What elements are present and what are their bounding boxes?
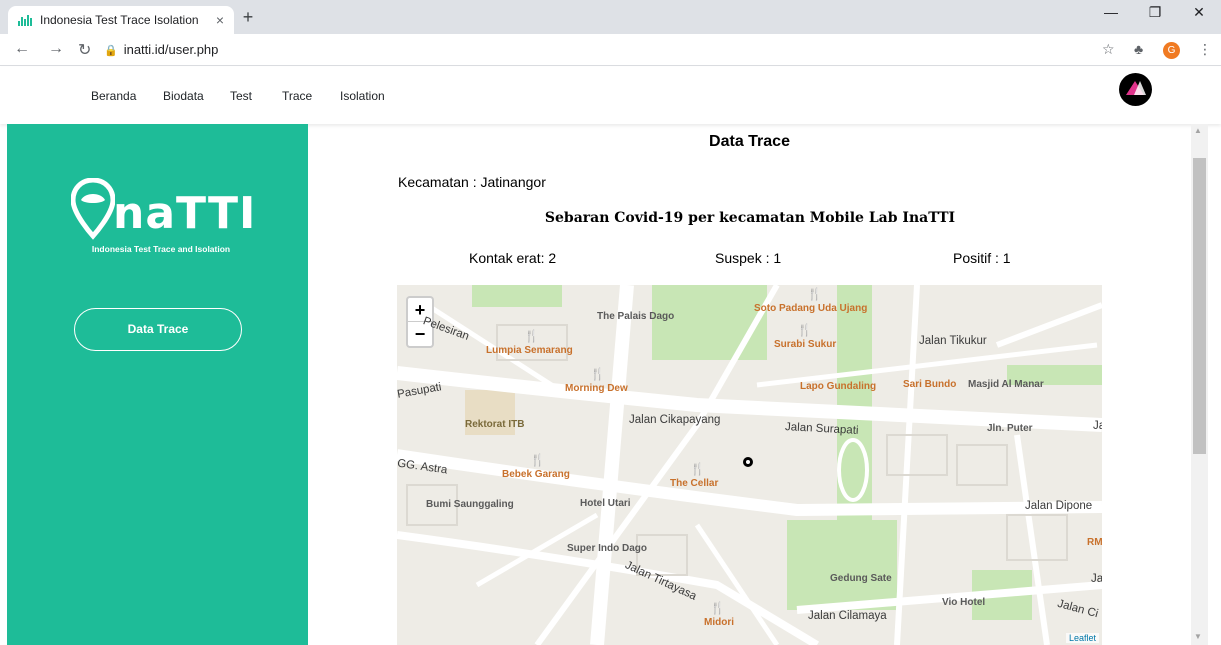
poi-masjid: Masjid Al Manar bbox=[968, 379, 1044, 390]
data-trace-button[interactable]: Data Trace bbox=[74, 308, 242, 351]
street-label: Jalan Cilamaya bbox=[808, 610, 887, 622]
restaurant-icon: 🍴 bbox=[690, 462, 705, 476]
back-icon[interactable]: ← bbox=[14, 40, 30, 58]
tab-title: Indonesia Test Trace Isolation bbox=[40, 13, 199, 27]
map-subtitle: Sebaran Covid-19 per kecamatan Mobile La… bbox=[544, 210, 956, 226]
scroll-down-icon[interactable]: ▼ bbox=[1194, 632, 1202, 641]
nav-beranda[interactable]: Beranda bbox=[91, 89, 136, 103]
positif-count: Positif : 1 bbox=[953, 250, 1011, 266]
restore-icon[interactable]: ❐ bbox=[1140, 4, 1170, 21]
leaflet-attribution[interactable]: Leaflet bbox=[1065, 633, 1099, 643]
street-label: Jalan Cikapayang bbox=[629, 414, 721, 426]
poi-cellar: The Cellar bbox=[670, 478, 719, 489]
new-tab-button[interactable]: + bbox=[238, 7, 258, 28]
restaurant-icon: 🍴 bbox=[807, 287, 822, 301]
logo-wordmark: naTTI bbox=[113, 188, 257, 239]
poi-palais: The Palais Dago bbox=[597, 311, 675, 322]
sidebar: naTTI Indonesia Test Trace and Isolation… bbox=[7, 124, 308, 645]
page-scrollbar[interactable]: ▲ ▼ bbox=[1191, 124, 1208, 645]
poi-bumi: Bumi Saunggaling bbox=[426, 499, 514, 510]
extensions-icon[interactable]: ♣ bbox=[1134, 41, 1143, 57]
restaurant-icon: 🍴 bbox=[710, 601, 725, 615]
poi-gedung: Gedung Sate bbox=[830, 573, 892, 584]
window-close-icon[interactable]: ✕ bbox=[1184, 4, 1214, 21]
restaurant-icon: 🍴 bbox=[590, 367, 605, 381]
street-label: Jalan Dipone bbox=[1025, 500, 1093, 512]
page-title: Data Trace bbox=[709, 133, 790, 150]
favicon-icon bbox=[18, 14, 32, 26]
url-text: inatti.id/user.php bbox=[123, 42, 219, 57]
poi-bebek: Bebek Garang bbox=[502, 469, 570, 480]
nav-trace[interactable]: Trace bbox=[282, 89, 312, 103]
forward-icon[interactable]: → bbox=[48, 40, 64, 58]
poi-lapo: Lapo Gundaling bbox=[800, 381, 877, 392]
tab-close-icon[interactable]: × bbox=[216, 12, 224, 28]
address-bar: ← → ↻ 🔒 inatti.id/user.php ☆ ♣ G ⋮ bbox=[0, 34, 1221, 66]
poi-rektorat: Rektorat ITB bbox=[465, 419, 525, 430]
browser-tab[interactable]: Indonesia Test Trace Isolation × bbox=[8, 6, 234, 34]
inatti-logo: naTTI Indonesia Test Trace and Isolation bbox=[71, 178, 255, 258]
kontak-erat-count: Kontak erat: 2 bbox=[469, 250, 557, 266]
poi-lumpia: Lumpia Semarang bbox=[486, 345, 573, 356]
poi-hotelutari: Hotel Utari bbox=[580, 498, 631, 509]
minimize-icon[interactable]: — bbox=[1096, 4, 1126, 20]
restaurant-icon: 🍴 bbox=[524, 329, 539, 343]
poi-soto: Soto Padang Uda Ujang bbox=[754, 303, 868, 314]
reload-icon[interactable]: ↻ bbox=[78, 40, 91, 60]
logo-subtitle: Indonesia Test Trace and Isolation bbox=[91, 244, 231, 254]
poi-sari: Sari Bundo bbox=[903, 379, 957, 390]
poi-vio: Vio Hotel bbox=[942, 597, 986, 608]
scroll-up-icon[interactable]: ▲ bbox=[1194, 126, 1202, 135]
bookmark-star-icon[interactable]: ☆ bbox=[1102, 41, 1115, 58]
poi-midori: Midori bbox=[704, 617, 734, 628]
poi-rm: RM bbox=[1087, 537, 1102, 548]
poi-morning: Morning Dew bbox=[565, 383, 628, 394]
nav-biodata[interactable]: Biodata bbox=[163, 89, 204, 103]
user-avatar[interactable] bbox=[1119, 73, 1152, 106]
suspek-count: Suspek : 1 bbox=[715, 250, 782, 266]
poi-superindo: Super Indo Dago bbox=[567, 543, 647, 554]
restaurant-icon: 🍴 bbox=[797, 323, 812, 337]
lock-icon: 🔒 bbox=[104, 45, 118, 57]
scrollbar-thumb[interactable] bbox=[1193, 158, 1206, 454]
street-label: Ja bbox=[1093, 420, 1102, 432]
menu-dots-icon[interactable]: ⋮ bbox=[1198, 41, 1212, 58]
url-field[interactable]: 🔒 inatti.id/user.php bbox=[104, 42, 218, 57]
poi-jlnputer: Jln. Puter bbox=[987, 423, 1033, 434]
site-navbar: Beranda Biodata Test Trace Isolation bbox=[0, 67, 1221, 124]
restaurant-icon: 🍴 bbox=[530, 453, 545, 467]
poi-surabi: Surabi Sukur bbox=[774, 339, 837, 350]
location-pin-icon bbox=[71, 178, 115, 240]
nav-test[interactable]: Test bbox=[230, 89, 252, 103]
browser-tab-bar: Indonesia Test Trace Isolation × + — ❐ ✕ bbox=[0, 0, 1221, 34]
map-view[interactable]: + − The Palais Dago Soto Padang Uda Ujan… bbox=[397, 285, 1102, 645]
location-marker[interactable] bbox=[743, 457, 753, 467]
kecamatan-label: Kecamatan : Jatinangor bbox=[398, 174, 546, 190]
profile-avatar[interactable]: G bbox=[1163, 42, 1180, 59]
street-label: Jalan Tikukur bbox=[919, 335, 987, 347]
nav-isolation[interactable]: Isolation bbox=[340, 89, 385, 103]
street-label: Ja bbox=[1091, 573, 1102, 585]
